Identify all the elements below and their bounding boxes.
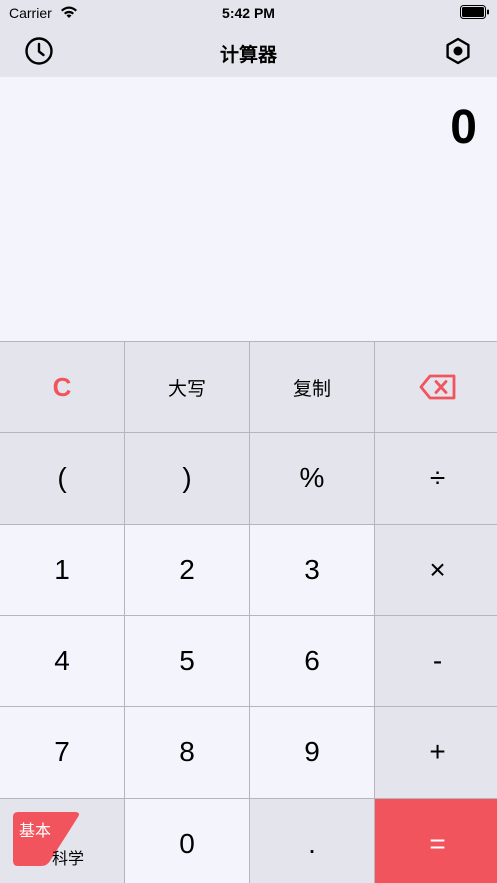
display-area: 0 [0, 77, 497, 342]
mode-basic-label: 基本 [19, 822, 52, 840]
mode-scientific-label: 科学 [52, 850, 85, 868]
uppercase-button[interactable]: 大写 [125, 342, 249, 433]
page-title: 计算器 [219, 45, 277, 66]
settings-button[interactable] [443, 36, 473, 66]
mode-toggle-button[interactable]: 基本 科学 [0, 798, 124, 883]
equals-button[interactable]: = [375, 798, 497, 883]
decimal-button[interactable]: . [250, 798, 374, 883]
minus-button[interactable]: - [375, 615, 497, 707]
right-paren-button[interactable]: ) [125, 433, 249, 524]
digit-9-button[interactable]: 9 [250, 707, 374, 798]
status-time: 5:42 PM [222, 5, 275, 21]
percent-button[interactable]: % [250, 433, 374, 524]
copy-button[interactable]: 复制 [250, 342, 374, 433]
digit-2-button[interactable]: 2 [125, 524, 249, 615]
digit-6-button[interactable]: 6 [250, 615, 374, 707]
hexagon-gear-icon [446, 37, 470, 65]
digit-0-button[interactable]: 0 [125, 798, 249, 883]
nav-bar: 计算器 [0, 26, 497, 77]
digit-5-button[interactable]: 5 [125, 615, 249, 707]
digit-8-button[interactable]: 8 [125, 707, 249, 798]
status-bar: Carrier 5:42 PM [0, 0, 497, 26]
battery-icon [460, 5, 489, 19]
clear-button[interactable]: C [0, 342, 124, 433]
backspace-button[interactable] [375, 342, 497, 433]
backspace-icon [419, 374, 455, 400]
display-value: 0 [450, 101, 477, 154]
keypad: C 大写 复制 ( ) % ÷ 1 2 3 × 4 5 6 - 7 8 9 + … [0, 341, 497, 883]
left-paren-button[interactable]: ( [0, 433, 124, 524]
divide-button[interactable]: ÷ [375, 433, 497, 524]
plus-button[interactable]: + [375, 707, 497, 798]
digit-4-button[interactable]: 4 [0, 615, 124, 707]
digit-7-button[interactable]: 7 [0, 707, 124, 798]
multiply-button[interactable]: × [375, 524, 497, 615]
digit-1-button[interactable]: 1 [0, 524, 124, 615]
digit-3-button[interactable]: 3 [250, 524, 374, 615]
